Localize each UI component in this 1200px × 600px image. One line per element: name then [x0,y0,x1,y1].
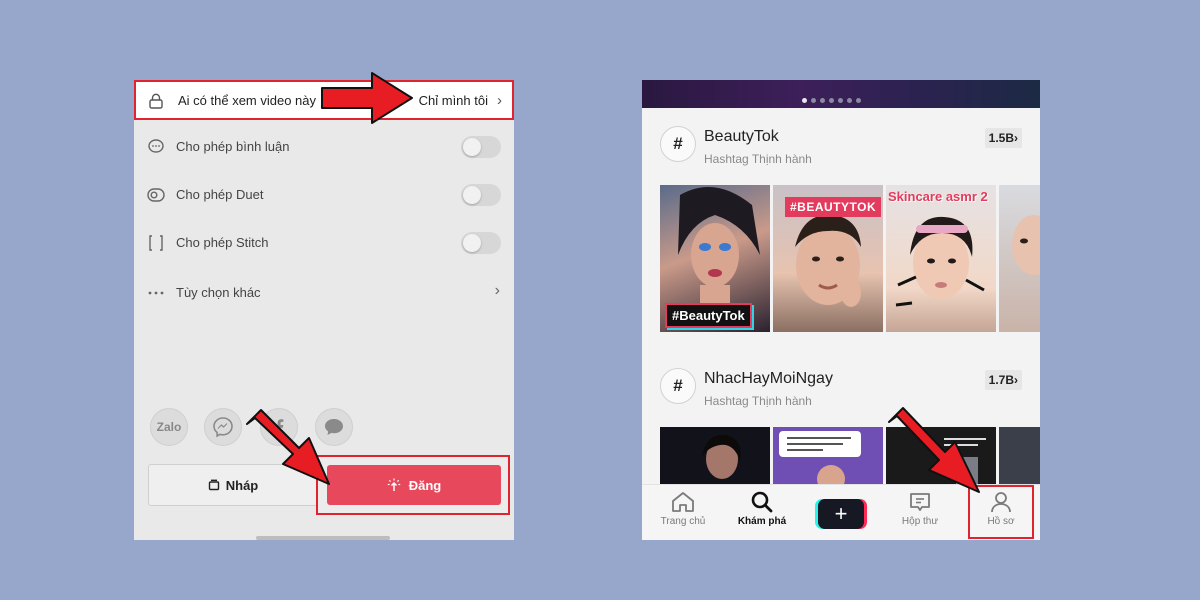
video-thumb-5[interactable] [660,427,770,487]
tab-inbox[interactable]: Hộp thư [884,491,956,527]
tab-discover[interactable]: Khám phá [726,491,798,527]
plus-icon: + [834,501,848,526]
share-zalo[interactable]: Zalo [150,408,188,446]
tab-label: Trang chủ [660,516,706,527]
hashtag-subtitle: Hashtag Thịnh hành [704,394,812,408]
chevron-right-icon: › [494,282,500,299]
portrait-face [702,434,741,479]
option-label: Tùy chọn khác [176,285,261,300]
zalo-label: Zalo [156,420,182,434]
hashtag-subtitle: Hashtag Thịnh hành [704,152,812,166]
hashtag-count: 1.5B › [984,128,1022,148]
home-icon [672,492,694,512]
post-button[interactable]: Đăng [327,465,501,505]
stitch-icon [149,235,163,251]
carousel-dots [802,98,861,103]
search-icon [751,491,773,513]
create-button[interactable]: + [818,499,864,529]
duet-icon [147,188,165,202]
tab-label: Khám phá [737,516,787,527]
option-label: Cho phép Duet [176,187,264,202]
hashtag-count: 1.7B › [984,370,1022,390]
tab-home[interactable]: Trang chủ [647,491,719,527]
chevron-right-icon: › [497,92,502,109]
more-dots-icon [148,291,164,295]
thumb-caption: Skincare asmr 2 [888,189,988,204]
option-allow-duet: Cho phép Duet [134,180,514,210]
option-label: Cho phép bình luận [176,139,290,154]
portrait-face [1012,215,1040,275]
stitch-toggle[interactable] [461,232,501,254]
promo-banner[interactable] [642,80,1040,108]
share-messenger[interactable] [204,408,242,446]
option-allow-stitch: Cho phép Stitch [134,228,514,258]
hashtag-name: NhacHayMoiNgay [704,370,833,387]
video-thumb-8[interactable] [999,427,1040,487]
comment-icon [148,139,164,153]
privacy-value: Chỉ mình tôi [418,93,488,108]
option-label: Cho phép Stitch [176,235,269,250]
post-label: Đăng [408,477,442,493]
thumb-caption: #BeautyTok [665,303,752,328]
hashtag-name: BeautyTok [704,128,779,145]
hashtag-icon: # [660,126,696,162]
comments-toggle[interactable] [461,136,501,158]
video-thumb-2[interactable]: #BEAUTYTOK [773,185,883,332]
video-thumb-6[interactable] [773,427,883,487]
draft-icon [208,479,219,491]
home-indicator [256,536,390,540]
thumb-caption: #BEAUTYTOK [785,197,882,217]
option-allow-comments: Cho phép bình luận [134,132,514,162]
hashtag-row-beautytok[interactable]: # BeautyTok Hashtag Thịnh hành 1.5B › [642,120,1040,180]
portrait-face [895,216,985,307]
comment-bubble [779,431,861,487]
option-more[interactable]: Tùy chọn khác › [134,278,514,308]
duet-toggle[interactable] [461,184,501,206]
video-thumb-1[interactable]: #BeautyTok [660,185,770,332]
red-arrow-to-profile [888,407,980,493]
privacy-question: Ai có thể xem video này [178,93,317,108]
hashtag-icon: # [660,368,696,404]
messenger-icon [213,417,233,438]
video-thumb-4[interactable] [999,185,1040,332]
tab-label: Hộp thư [901,516,939,527]
post-highlight: Đăng [316,455,510,515]
upload-sparkle-icon [387,478,400,491]
red-arrow-to-post [246,409,330,485]
lock-icon [149,93,163,109]
red-arrow-to-privacy [321,72,413,124]
video-thumb-3[interactable]: Skincare asmr 2 [886,185,996,332]
